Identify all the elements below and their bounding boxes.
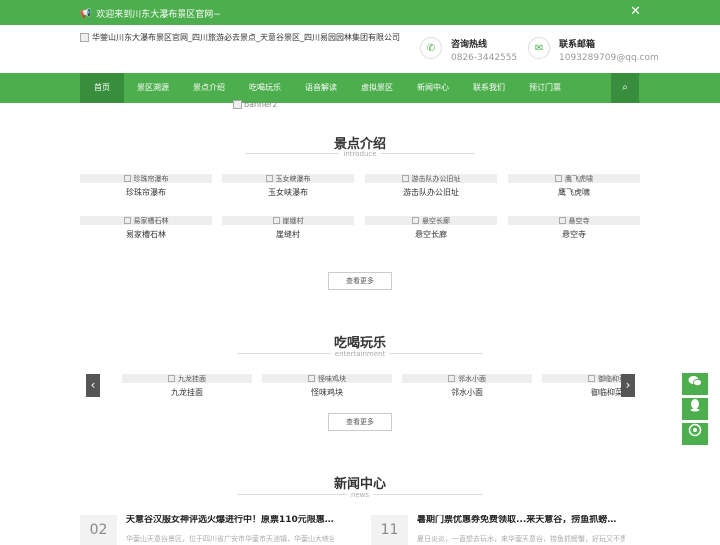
nav-item-contact[interactable]: 联系我们	[467, 73, 511, 103]
attractions-subtitle: introduce	[0, 150, 720, 158]
attraction-image: 悬空寺	[508, 216, 640, 225]
nav-item-entertainment[interactable]: 吃喝玩乐	[243, 73, 287, 103]
news-excerpt: 华蓥山天意谷景区，位于四川省广安市华蓥市天池镇，华蓥山大峡谷景区...	[126, 535, 334, 543]
nav-item-news[interactable]: 新闻中心	[411, 73, 455, 103]
megaphone-icon: 📢	[80, 8, 92, 19]
news-date: 02	[80, 515, 117, 545]
news-headline[interactable]: 天意谷汉服女神评选火爆进行中！原票110元限惠3...	[126, 515, 334, 526]
attraction-image: 悬空长廊	[365, 216, 497, 225]
attraction-card[interactable]: 珍珠帘瀑布 珍珠帘瀑布	[80, 174, 212, 198]
attraction-caption: 鹰飞虎啸	[558, 188, 590, 197]
attraction-caption: 崖缝村	[276, 230, 300, 239]
site-logo[interactable]: 华蓥山川东大瀑布景区官网_四川旅游必去景点_天意谷景区_四川易园园林集团有限公司	[80, 32, 400, 43]
food-image: 九龙挂面	[122, 374, 252, 383]
broken-image-icon	[233, 100, 242, 109]
attraction-image: 游击队办公旧址	[365, 174, 497, 183]
attraction-caption: 悬空寺	[562, 230, 586, 239]
carousel-prev-button[interactable]: ‹	[86, 374, 100, 397]
search-icon[interactable]: ⌕	[611, 73, 639, 103]
attraction-card[interactable]: 悬空寺 悬空寺	[508, 216, 640, 240]
broken-image-icon	[80, 33, 89, 42]
attraction-image: 鹰飞虎啸	[508, 174, 640, 183]
announcement-text: 欢迎来到川东大瀑布景区官网~	[96, 10, 221, 20]
nav-item-origin[interactable]: 景区溯源	[131, 73, 175, 103]
attraction-image: 易家槽石林	[80, 216, 212, 225]
wechat-icon[interactable]	[682, 373, 708, 395]
attraction-card[interactable]: 崖缝村 崖缝村	[222, 216, 354, 240]
food-card[interactable]: 怪味鸡块 怪味鸡块	[262, 374, 392, 398]
site-header: 华蓥山川东大瀑布景区官网_四川旅游必去景点_天意谷景区_四川易园园林集团有限公司…	[0, 25, 720, 73]
attraction-image: 珍珠帘瀑布	[80, 174, 212, 183]
nav-item-virtual-tour[interactable]: 虚拟景区	[355, 73, 399, 103]
announcement: 📢 欢迎来到川东大瀑布景区官网~	[80, 7, 221, 21]
whatsapp-icon[interactable]	[682, 423, 708, 445]
attraction-image: 玉女峡瀑布	[222, 174, 354, 183]
food-card[interactable]: 邻水小面 邻水小面	[402, 374, 532, 398]
attraction-card[interactable]: 玉女峡瀑布 玉女峡瀑布	[222, 174, 354, 198]
food-card[interactable]: 御临枊菜 御临枊菜	[542, 374, 632, 398]
email-block: ✉ 联系邮箱 1093289709@qq.com	[528, 37, 659, 63]
attraction-card[interactable]: 易家槽石林 易家槽石林	[80, 216, 212, 240]
qq-icon[interactable]	[682, 398, 708, 420]
attraction-card[interactable]: 悬空长廊 悬空长廊	[365, 216, 497, 240]
food-image: 邻水小面	[402, 374, 532, 383]
attraction-caption: 珍珠帘瀑布	[126, 188, 166, 197]
close-icon[interactable]: ✕	[630, 5, 641, 18]
nav-item-attractions[interactable]: 景点介绍	[187, 73, 231, 103]
hotline-label: 咨询热线	[451, 40, 488, 50]
nav-item-audio-guide[interactable]: 语音解读	[299, 73, 343, 103]
nav-item-home[interactable]: 首页	[80, 73, 124, 103]
nav-item-tickets[interactable]: 预订门票	[523, 73, 567, 103]
attraction-image: 崖缝村	[222, 216, 354, 225]
entertainment-title: 吃喝玩乐	[333, 336, 386, 351]
news-item[interactable]: 02 天意谷汉服女神评选火爆进行中！原票110元限惠3... 华蓥山天意谷景区，…	[80, 515, 334, 545]
food-caption: 邻水小面	[451, 388, 483, 397]
logo-alt-text: 华蓥山川东大瀑布景区官网_四川旅游必去景点_天意谷景区_四川易园园林集团有限公司	[92, 33, 400, 42]
mail-icon: ✉	[528, 37, 550, 59]
announcement-bar: 📢 欢迎来到川东大瀑布景区官网~ ✕	[0, 0, 720, 25]
email-address: 1093289709@qq.com	[559, 53, 659, 63]
news-title: 新闻中心	[333, 477, 386, 492]
entertainment-subtitle: entertainment	[0, 350, 720, 358]
attraction-caption: 玉女峡瀑布	[268, 188, 308, 197]
food-card[interactable]: 九龙挂面 九龙挂面	[122, 374, 252, 398]
news-excerpt: 夏日炎炎，一直想去玩水，来华蓥天意谷，捞鱼抓螃蟹，好玩又不贵的景...	[417, 535, 625, 543]
news-date: 11	[371, 515, 408, 545]
attractions-more-button[interactable]: 查看更多	[328, 272, 392, 290]
attraction-caption: 游击队办公旧址	[403, 188, 459, 197]
phone-icon: ✆	[420, 37, 442, 59]
hotline-number: 0826-3442555	[451, 53, 518, 63]
carousel-next-button[interactable]: ›	[621, 374, 635, 397]
food-caption: 怪味鸡块	[311, 388, 343, 397]
news-item[interactable]: 11 暑期门票优惠券免费领取...来天意谷，捞鱼抓螃蟹... 夏日炎炎，一直想去…	[371, 515, 625, 545]
attraction-caption: 易家槽石林	[126, 230, 166, 239]
email-label: 联系邮箱	[559, 40, 596, 50]
attraction-card[interactable]: 游击队办公旧址 游击队办公旧址	[365, 174, 497, 198]
hotline-block: ✆ 咨询热线 0826-3442555	[420, 37, 517, 63]
food-caption: 九龙挂面	[171, 388, 203, 397]
food-image: 御临枊菜	[542, 374, 632, 383]
food-image: 怪味鸡块	[262, 374, 392, 383]
main-nav: 首页 景区溯源 景点介绍 吃喝玩乐 语音解读 虚拟景区 新闻中心 联系我们 预订…	[0, 73, 720, 103]
news-subtitle: news	[0, 491, 720, 499]
banner-alt-text: banner2	[244, 100, 278, 109]
food-caption: 御临枊菜	[591, 388, 623, 397]
news-headline[interactable]: 暑期门票优惠券免费领取...来天意谷，捞鱼抓螃蟹...	[417, 515, 625, 526]
entertainment-more-button[interactable]: 查看更多	[328, 413, 392, 431]
attraction-caption: 悬空长廊	[415, 230, 447, 239]
attraction-card[interactable]: 鹰飞虎啸 鹰飞虎啸	[508, 174, 640, 198]
banner-image: banner2	[233, 100, 277, 109]
